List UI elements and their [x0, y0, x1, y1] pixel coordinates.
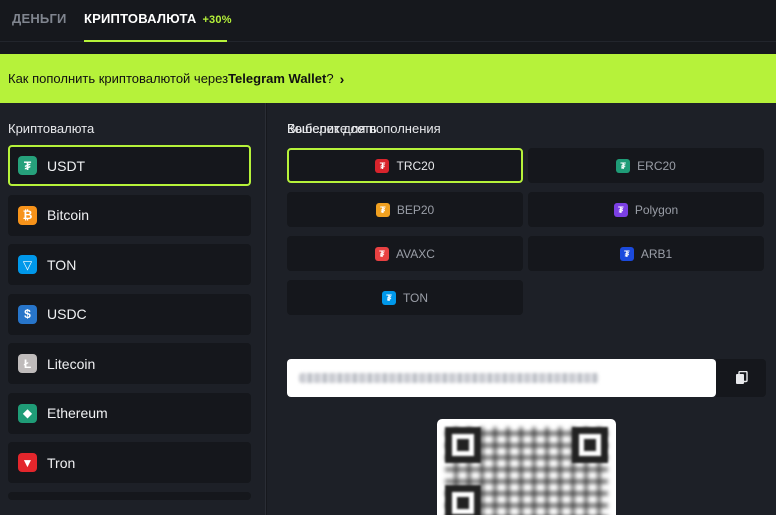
crypto-item-ethereum[interactable]: ◆ Ethereum	[8, 392, 251, 434]
usdc-icon: $	[18, 304, 37, 324]
banner-link-text: Telegram Wallet	[228, 71, 327, 86]
tether-icon: ₮	[616, 158, 631, 173]
tether-icon: ₮	[613, 202, 628, 217]
tether-icon: ₮	[375, 202, 390, 217]
banner-question: ?	[326, 71, 334, 86]
crypto-item-label: Tron	[47, 454, 76, 471]
wallet-qr-code	[437, 419, 616, 515]
crypto-panel-title: Криптовалюта	[8, 121, 95, 136]
crypto-item-label: USDT	[47, 157, 86, 174]
crypto-item-label: Bitcoin	[47, 207, 90, 223]
crypto-item-label: Litecoin	[47, 355, 96, 372]
network-option-polygon[interactable]: ₮ Polygon	[528, 192, 764, 227]
wallet-address-field[interactable]	[287, 359, 716, 397]
tron-icon: ▼	[18, 453, 37, 472]
crypto-item-ton[interactable]: ▽ TON	[8, 244, 251, 285]
network-option-ton[interactable]: ₮ TON	[287, 280, 523, 315]
chevron-right-icon: ›	[339, 70, 345, 87]
network-label: TON	[402, 290, 429, 305]
network-option-trc20[interactable]: ₮ TRC20	[287, 148, 523, 183]
tether-icon: ₮	[375, 158, 390, 173]
network-label: AVAXC	[396, 246, 435, 261]
ton-icon: ▽	[18, 255, 37, 274]
network-label: Polygon	[634, 202, 679, 217]
crypto-item-usdt[interactable]: ₮ USDT	[8, 145, 251, 186]
network-option-bep20[interactable]: ₮ BEP20	[287, 192, 523, 227]
tether-icon: ₮	[375, 246, 390, 261]
crypto-item-label: USDC	[47, 306, 87, 322]
litecoin-icon: Ł	[18, 354, 37, 373]
tab-money[interactable]: Деньги	[12, 0, 67, 42]
network-option-avaxc[interactable]: ₮ AVAXC	[287, 236, 523, 271]
tab-money-label: Деньги	[12, 11, 67, 26]
crypto-item-partial[interactable]	[8, 491, 251, 500]
network-panel: Выберите сеть ₮ TRC20 ₮ ERC20 ₮ BEP20 ₮ Polygon…	[267, 103, 776, 515]
crypto-panel: Криптовалюта ₮ USDT ₿ Bitcoin ▽ TON $ USDC Ł Lite…	[0, 103, 266, 515]
network-option-erc20[interactable]: ₮ ERC20	[528, 148, 764, 183]
tab-crypto[interactable]: Криптовалюта +30%	[84, 0, 231, 42]
network-label: TRC20	[396, 158, 435, 173]
network-option-arb1[interactable]: ₮ ARB1	[528, 236, 764, 271]
tether-icon: ₮	[381, 290, 396, 305]
blurred-address	[299, 373, 599, 383]
crypto-item-label: Ethereum	[47, 405, 108, 421]
banner-text: Как пополнить криптовалютой через	[8, 71, 229, 86]
telegram-wallet-banner[interactable]: Как пополнить криптовалютой через Telegr…	[0, 54, 776, 103]
copy-button[interactable]	[716, 359, 766, 397]
tether-icon: ₮	[619, 246, 634, 261]
crypto-item-usdc[interactable]: $ USDC	[8, 293, 251, 335]
bonus-badge: +30%	[202, 14, 232, 26]
bitcoin-icon: ₿	[18, 205, 37, 225]
crypto-item-litecoin[interactable]: Ł Litecoin	[8, 343, 251, 384]
ethereum-icon: ◆	[18, 403, 37, 423]
wallet-title: Кошелек для пополнения	[287, 121, 441, 136]
network-label: BEP20	[396, 202, 435, 217]
crypto-item-bitcoin[interactable]: ₿ Bitcoin	[8, 194, 251, 236]
tab-bar: Деньги Криптовалюта +30%	[0, 0, 776, 42]
copy-icon	[735, 371, 748, 384]
tab-crypto-label: Криптовалюта	[84, 11, 197, 26]
network-label: ARB1	[640, 246, 673, 261]
network-label: ERC20	[637, 158, 676, 173]
tether-icon: ₮	[18, 156, 37, 175]
crypto-item-tron[interactable]: ▼ Tron	[8, 442, 251, 483]
crypto-item-label: TON	[47, 256, 77, 273]
